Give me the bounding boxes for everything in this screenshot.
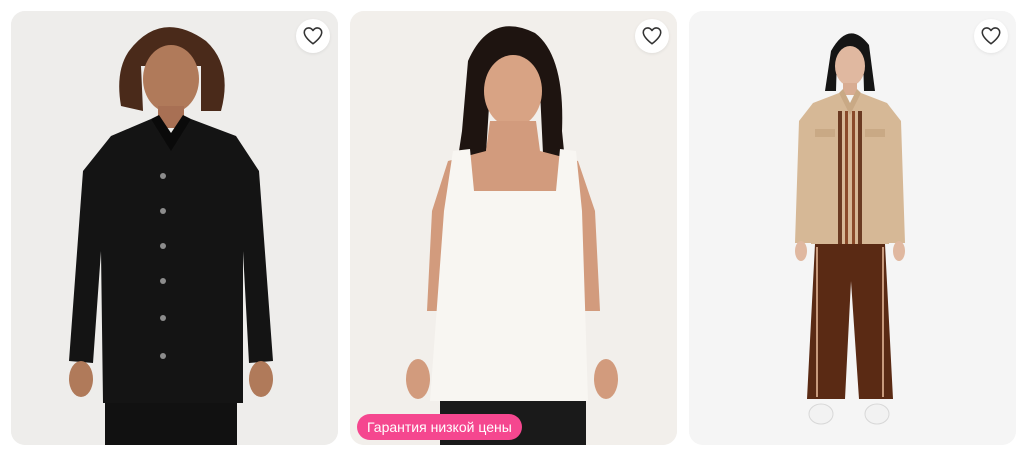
product-card[interactable] bbox=[689, 11, 1016, 445]
favorite-button[interactable] bbox=[974, 19, 1008, 53]
product-grid: Гарантия низкой цены bbox=[0, 0, 1024, 451]
favorite-button[interactable] bbox=[296, 19, 330, 53]
product-photo[interactable] bbox=[11, 11, 338, 445]
product-card[interactable] bbox=[11, 11, 338, 445]
favorite-button[interactable] bbox=[635, 19, 669, 53]
heart-outline-icon bbox=[303, 27, 323, 45]
product-photo[interactable] bbox=[689, 11, 1016, 445]
heart-outline-icon bbox=[981, 27, 1001, 45]
product-photo[interactable] bbox=[350, 11, 677, 445]
product-card[interactable]: Гарантия низкой цены bbox=[350, 11, 677, 445]
heart-outline-icon bbox=[642, 27, 662, 45]
low-price-guarantee-badge: Гарантия низкой цены bbox=[357, 414, 522, 440]
